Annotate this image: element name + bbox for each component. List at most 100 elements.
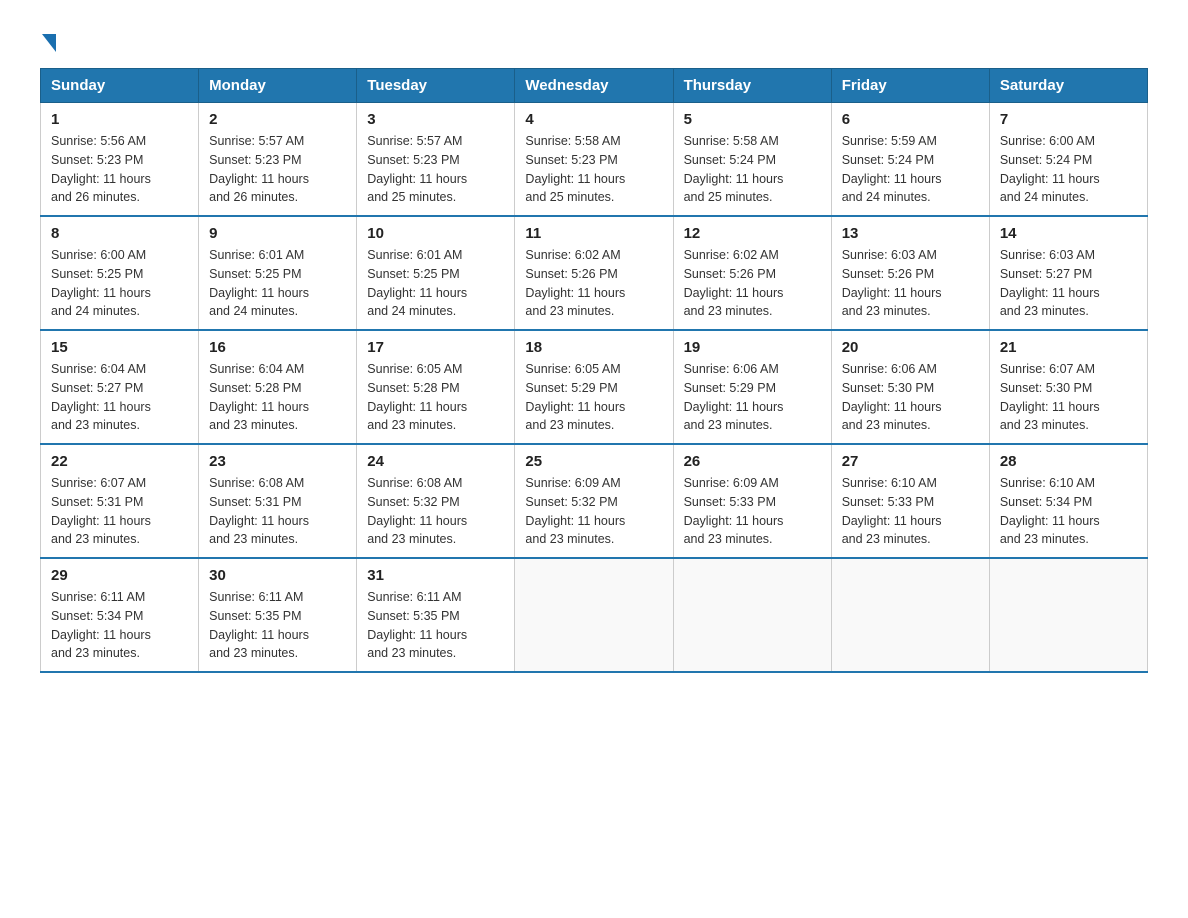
- day-number: 27: [842, 453, 979, 470]
- day-info: Sunrise: 6:11 AMSunset: 5:35 PMDaylight:…: [209, 588, 346, 663]
- calendar-cell: 19 Sunrise: 6:06 AMSunset: 5:29 PMDayligh…: [673, 330, 831, 444]
- calendar-cell: 16 Sunrise: 6:04 AMSunset: 5:28 PMDayligh…: [199, 330, 357, 444]
- calendar-cell: 25 Sunrise: 6:09 AMSunset: 5:32 PMDayligh…: [515, 444, 673, 558]
- calendar-cell: 29Sunrise: 6:11 AMSunset: 5:34 PMDayligh…: [41, 558, 199, 672]
- calendar-cell: 24 Sunrise: 6:08 AMSunset: 5:32 PMDayligh…: [357, 444, 515, 558]
- calendar-cell: 7 Sunrise: 6:00 AMSunset: 5:24 PMDaylight…: [989, 103, 1147, 217]
- day-info: Sunrise: 6:04 AMSunset: 5:28 PMDaylight:…: [209, 360, 346, 435]
- logo-arrow-icon: [42, 34, 56, 52]
- calendar-cell: 31 Sunrise: 6:11 AMSunset: 5:35 PMDayligh…: [357, 558, 515, 672]
- day-info: Sunrise: 5:58 AMSunset: 5:23 PMDaylight:…: [525, 132, 662, 207]
- calendar-cell: 13 Sunrise: 6:03 AMSunset: 5:26 PMDayligh…: [831, 216, 989, 330]
- calendar-table: SundayMondayTuesdayWednesdayThursdayFrid…: [40, 68, 1148, 673]
- day-number: 28: [1000, 453, 1137, 470]
- day-number: 19: [684, 339, 821, 356]
- calendar-cell: 18Sunrise: 6:05 AMSunset: 5:29 PMDayligh…: [515, 330, 673, 444]
- calendar-cell: 10 Sunrise: 6:01 AMSunset: 5:25 PMDayligh…: [357, 216, 515, 330]
- day-number: 24: [367, 453, 504, 470]
- day-number: 16: [209, 339, 346, 356]
- day-info: Sunrise: 6:09 AMSunset: 5:32 PMDaylight:…: [525, 474, 662, 549]
- day-info: Sunrise: 6:11 AMSunset: 5:35 PMDaylight:…: [367, 588, 504, 663]
- logo: [40, 30, 56, 48]
- weekday-header-monday: Monday: [199, 69, 357, 103]
- calendar-week-row: 22Sunrise: 6:07 AMSunset: 5:31 PMDayligh…: [41, 444, 1148, 558]
- day-info: Sunrise: 6:01 AMSunset: 5:25 PMDaylight:…: [209, 246, 346, 321]
- day-number: 25: [525, 453, 662, 470]
- day-number: 1: [51, 111, 188, 128]
- calendar-cell: [831, 558, 989, 672]
- calendar-cell: 15 Sunrise: 6:04 AMSunset: 5:27 PMDayligh…: [41, 330, 199, 444]
- day-number: 31: [367, 567, 504, 584]
- calendar-cell: 20 Sunrise: 6:06 AMSunset: 5:30 PMDayligh…: [831, 330, 989, 444]
- day-number: 22: [51, 453, 188, 470]
- weekday-header-thursday: Thursday: [673, 69, 831, 103]
- day-number: 15: [51, 339, 188, 356]
- day-number: 10: [367, 225, 504, 242]
- day-info: Sunrise: 6:00 AMSunset: 5:25 PMDaylight:…: [51, 246, 188, 321]
- calendar-cell: 30 Sunrise: 6:11 AMSunset: 5:35 PMDayligh…: [199, 558, 357, 672]
- weekday-header-sunday: Sunday: [41, 69, 199, 103]
- day-number: 7: [1000, 111, 1137, 128]
- calendar-week-row: 1 Sunrise: 5:56 AMSunset: 5:23 PMDaylight…: [41, 103, 1148, 217]
- calendar-week-row: 29Sunrise: 6:11 AMSunset: 5:34 PMDayligh…: [41, 558, 1148, 672]
- day-info: Sunrise: 6:00 AMSunset: 5:24 PMDaylight:…: [1000, 132, 1137, 207]
- day-info: Sunrise: 6:05 AMSunset: 5:29 PMDaylight:…: [525, 360, 662, 435]
- calendar-cell: 4 Sunrise: 5:58 AMSunset: 5:23 PMDaylight…: [515, 103, 673, 217]
- day-number: 29: [51, 567, 188, 584]
- day-number: 14: [1000, 225, 1137, 242]
- day-info: Sunrise: 5:58 AMSunset: 5:24 PMDaylight:…: [684, 132, 821, 207]
- weekday-header-tuesday: Tuesday: [357, 69, 515, 103]
- calendar-cell: [515, 558, 673, 672]
- calendar-cell: 1 Sunrise: 5:56 AMSunset: 5:23 PMDaylight…: [41, 103, 199, 217]
- day-number: 30: [209, 567, 346, 584]
- calendar-cell: 11 Sunrise: 6:02 AMSunset: 5:26 PMDayligh…: [515, 216, 673, 330]
- day-info: Sunrise: 6:05 AMSunset: 5:28 PMDaylight:…: [367, 360, 504, 435]
- calendar-cell: 9 Sunrise: 6:01 AMSunset: 5:25 PMDaylight…: [199, 216, 357, 330]
- day-info: Sunrise: 5:59 AMSunset: 5:24 PMDaylight:…: [842, 132, 979, 207]
- weekday-header-friday: Friday: [831, 69, 989, 103]
- weekday-header-saturday: Saturday: [989, 69, 1147, 103]
- day-info: Sunrise: 6:03 AMSunset: 5:26 PMDaylight:…: [842, 246, 979, 321]
- day-info: Sunrise: 6:08 AMSunset: 5:32 PMDaylight:…: [367, 474, 504, 549]
- day-number: 20: [842, 339, 979, 356]
- calendar-cell: 6 Sunrise: 5:59 AMSunset: 5:24 PMDaylight…: [831, 103, 989, 217]
- day-info: Sunrise: 6:01 AMSunset: 5:25 PMDaylight:…: [367, 246, 504, 321]
- calendar-week-row: 8 Sunrise: 6:00 AMSunset: 5:25 PMDaylight…: [41, 216, 1148, 330]
- day-number: 23: [209, 453, 346, 470]
- day-info: Sunrise: 6:04 AMSunset: 5:27 PMDaylight:…: [51, 360, 188, 435]
- day-number: 9: [209, 225, 346, 242]
- day-info: Sunrise: 5:57 AMSunset: 5:23 PMDaylight:…: [367, 132, 504, 207]
- weekday-header-row: SundayMondayTuesdayWednesdayThursdayFrid…: [41, 69, 1148, 103]
- day-number: 12: [684, 225, 821, 242]
- day-info: Sunrise: 6:07 AMSunset: 5:30 PMDaylight:…: [1000, 360, 1137, 435]
- day-info: Sunrise: 6:06 AMSunset: 5:30 PMDaylight:…: [842, 360, 979, 435]
- day-number: 5: [684, 111, 821, 128]
- day-info: Sunrise: 6:02 AMSunset: 5:26 PMDaylight:…: [525, 246, 662, 321]
- calendar-cell: 12Sunrise: 6:02 AMSunset: 5:26 PMDayligh…: [673, 216, 831, 330]
- day-number: 11: [525, 225, 662, 242]
- day-number: 2: [209, 111, 346, 128]
- page-header: [40, 30, 1148, 48]
- day-info: Sunrise: 5:56 AMSunset: 5:23 PMDaylight:…: [51, 132, 188, 207]
- calendar-cell: [989, 558, 1147, 672]
- calendar-cell: 8 Sunrise: 6:00 AMSunset: 5:25 PMDaylight…: [41, 216, 199, 330]
- day-number: 8: [51, 225, 188, 242]
- day-number: 21: [1000, 339, 1137, 356]
- day-info: Sunrise: 6:08 AMSunset: 5:31 PMDaylight:…: [209, 474, 346, 549]
- calendar-cell: 22Sunrise: 6:07 AMSunset: 5:31 PMDayligh…: [41, 444, 199, 558]
- calendar-cell: 2Sunrise: 5:57 AMSunset: 5:23 PMDaylight…: [199, 103, 357, 217]
- weekday-header-wednesday: Wednesday: [515, 69, 673, 103]
- day-info: Sunrise: 6:09 AMSunset: 5:33 PMDaylight:…: [684, 474, 821, 549]
- day-number: 17: [367, 339, 504, 356]
- day-info: Sunrise: 6:03 AMSunset: 5:27 PMDaylight:…: [1000, 246, 1137, 321]
- day-number: 6: [842, 111, 979, 128]
- day-info: Sunrise: 6:10 AMSunset: 5:34 PMDaylight:…: [1000, 474, 1137, 549]
- calendar-cell: 23 Sunrise: 6:08 AMSunset: 5:31 PMDayligh…: [199, 444, 357, 558]
- day-number: 13: [842, 225, 979, 242]
- calendar-cell: 27 Sunrise: 6:10 AMSunset: 5:33 PMDayligh…: [831, 444, 989, 558]
- calendar-cell: 14 Sunrise: 6:03 AMSunset: 5:27 PMDayligh…: [989, 216, 1147, 330]
- day-info: Sunrise: 6:10 AMSunset: 5:33 PMDaylight:…: [842, 474, 979, 549]
- day-info: Sunrise: 6:06 AMSunset: 5:29 PMDaylight:…: [684, 360, 821, 435]
- calendar-cell: 21 Sunrise: 6:07 AMSunset: 5:30 PMDayligh…: [989, 330, 1147, 444]
- day-number: 4: [525, 111, 662, 128]
